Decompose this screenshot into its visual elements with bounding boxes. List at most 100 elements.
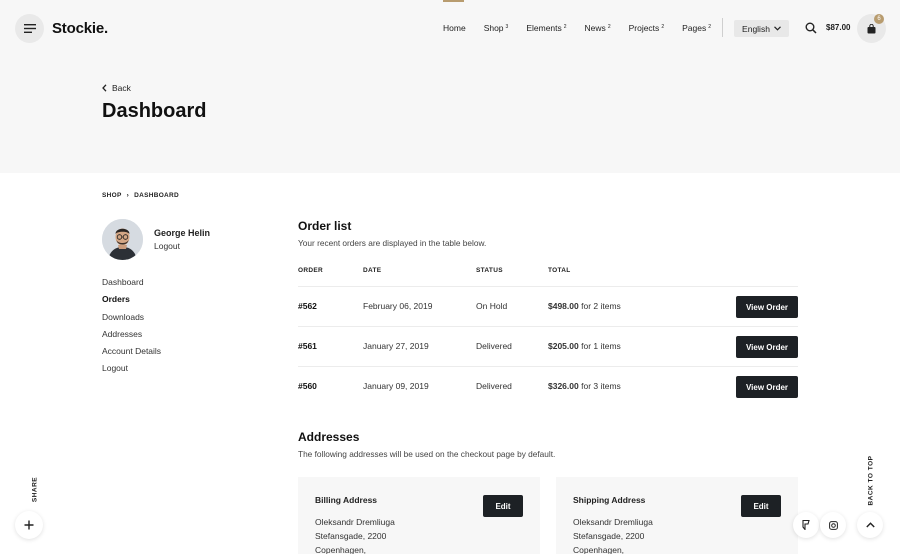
active-nav-indicator (443, 0, 464, 2)
order-number[interactable]: #562 (298, 301, 317, 311)
table-divider (298, 326, 798, 327)
chevron-left-icon (102, 84, 107, 92)
address-line: Stefansgade, 2200 (315, 531, 387, 541)
nav-count: 3 (505, 24, 509, 30)
order-total: $498.00 for 2 items (548, 301, 621, 311)
order-total: $326.00 for 3 items (548, 381, 621, 391)
site-logo[interactable]: Stockie. (52, 20, 108, 37)
instagram-button[interactable] (820, 512, 846, 538)
nav-item-projects[interactable]: Projects 2 (629, 23, 665, 33)
menu-item-addresses[interactable]: Addresses (102, 328, 161, 345)
order-status: Delivered (476, 381, 512, 391)
addresses-title: Addresses (298, 430, 360, 444)
order-date: January 09, 2019 (363, 381, 429, 391)
nav-label: Elements (526, 23, 562, 33)
nav-count: 2 (661, 24, 665, 30)
chevron-down-icon (774, 26, 781, 31)
top-navigation-bar: Stockie. Home Shop 3 Elements 2 News 2 Proj… (0, 0, 900, 56)
address-card-title: Shipping Address (573, 495, 646, 505)
table-divider (298, 286, 798, 287)
edit-shipping-address-button[interactable]: Edit (741, 495, 781, 517)
chevron-up-icon (865, 522, 875, 528)
nav-count: 2 (607, 24, 611, 30)
nav-item-pages[interactable]: Pages 2 (682, 23, 711, 33)
order-status: On Hold (476, 301, 508, 311)
nav-item-shop[interactable]: Shop 3 (484, 23, 509, 33)
user-avatar-image (102, 219, 143, 260)
cart-count-badge: 6 (874, 14, 884, 24)
menu-item-account-details[interactable]: Account Details (102, 345, 161, 362)
billing-address-card: Billing Address Edit Oleksandr Dremliuga… (298, 477, 540, 554)
menu-item-logout[interactable]: Logout (102, 362, 161, 379)
order-item-count: for 1 items (581, 341, 621, 351)
shipping-address-card: Shipping Address Edit Oleksandr Dremliug… (556, 477, 798, 554)
order-date: February 06, 2019 (363, 301, 433, 311)
address-line: Oleksandr Dremliuga (573, 517, 653, 527)
main-nav: Home Shop 3 Elements 2 News 2 Projects 2 Pag… (443, 23, 729, 33)
breadcrumb: SHOP › DASHBOARD (102, 192, 179, 199)
addresses-subtitle: The following addresses will be used on … (298, 449, 556, 459)
order-total: $205.00 for 1 items (548, 341, 621, 351)
nav-item-elements[interactable]: Elements 2 (526, 23, 566, 33)
nav-item-news[interactable]: News 2 (585, 23, 611, 33)
view-order-button[interactable]: View Order (736, 296, 798, 318)
search-icon[interactable] (805, 22, 817, 34)
language-label: English (742, 23, 770, 34)
order-total-amount: $326.00 (548, 381, 579, 391)
order-total-amount: $498.00 (548, 301, 579, 311)
language-select[interactable]: English (734, 20, 789, 37)
orders-subtitle: Your recent orders are displayed in the … (298, 238, 487, 248)
foursquare-button[interactable] (793, 512, 819, 538)
column-header-total: TOTAL (548, 267, 571, 274)
edit-billing-address-button[interactable]: Edit (483, 495, 523, 517)
user-name: George Helin (154, 228, 211, 238)
order-number[interactable]: #561 (298, 341, 317, 351)
user-logout-link[interactable]: Logout (154, 241, 180, 251)
chevron-right-icon: › (126, 192, 130, 199)
address-line: Stefansgade, 2200 (573, 531, 645, 541)
menu-button[interactable] (15, 14, 44, 43)
nav-count: 2 (563, 24, 567, 30)
nav-label: News (584, 23, 606, 33)
cart-total[interactable]: $87.00 (826, 23, 850, 32)
nav-label: Projects (628, 23, 660, 33)
page-title: Dashboard (102, 100, 207, 122)
menu-item-dashboard[interactable]: Dashboard (102, 276, 161, 293)
view-order-button[interactable]: View Order (736, 336, 798, 358)
column-header-status: STATUS (476, 267, 503, 274)
column-header-order: ORDER (298, 267, 323, 274)
column-header-date: DATE (363, 267, 382, 274)
back-to-top-button[interactable] (857, 512, 883, 538)
shopping-bag-icon (867, 23, 876, 33)
share-label: SHARE (31, 476, 39, 503)
menu-item-orders[interactable]: Orders (102, 293, 161, 310)
plus-icon (24, 520, 34, 530)
back-label: Back (112, 83, 131, 93)
address-card-title: Billing Address (315, 495, 378, 505)
menu-item-downloads[interactable]: Downloads (102, 311, 161, 328)
table-divider (298, 366, 798, 367)
address-line: Copenhagen, (315, 545, 367, 554)
nav-item-home[interactable]: Home (443, 23, 466, 33)
breadcrumb-dashboard: DASHBOARD (134, 192, 180, 199)
nav-count: 2 (708, 24, 711, 30)
order-status: Delivered (476, 341, 512, 351)
order-number[interactable]: #560 (298, 381, 317, 391)
avatar (102, 219, 143, 260)
share-button[interactable] (15, 511, 43, 539)
foursquare-icon (802, 520, 810, 530)
breadcrumb-shop[interactable]: SHOP (102, 192, 122, 199)
hamburger-icon (23, 24, 36, 33)
account-menu: Dashboard Orders Downloads Addresses Acc… (102, 276, 161, 380)
order-item-count: for 3 items (581, 381, 621, 391)
view-order-button[interactable]: View Order (736, 376, 798, 398)
nav-label: Shop (483, 23, 504, 33)
order-item-count: for 2 items (581, 301, 621, 311)
nav-label: Home (443, 23, 466, 33)
nav-divider (722, 18, 723, 37)
address-line: Copenhagen, (573, 545, 625, 554)
order-date: January 27, 2019 (363, 341, 429, 351)
back-to-top-label[interactable]: BACK TO TOP (868, 448, 875, 514)
back-link[interactable]: Back (102, 83, 131, 93)
order-total-amount: $205.00 (548, 341, 579, 351)
